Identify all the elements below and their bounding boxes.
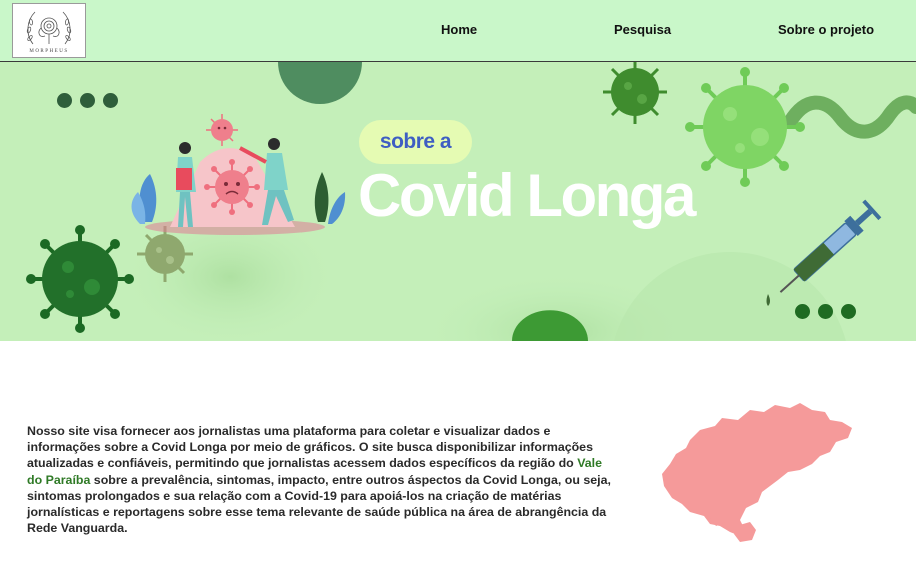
nav-sobre-link[interactable]: Sobre o projeto [778,22,874,37]
decorative-dots-left [57,93,118,108]
vale-do-paraiba-map [662,403,852,542]
hero-title: Covid Longa [358,162,696,229]
sobre-pill: sobre a [359,120,472,164]
logo-text: MORPHEUS [29,48,69,54]
intro-text-part1: Nosso site visa fornecer aos jornalistas… [27,424,593,471]
nav-home-link[interactable]: Home [441,22,477,37]
virus-dark-large-icon [26,225,134,333]
doctors-illustration-icon [131,114,346,235]
hero-banner: sobre a Covid Longa [0,62,916,341]
sobre-pill-text: sobre a [379,130,452,153]
decorative-dots-right [795,304,856,319]
nav-pesquisa-link[interactable]: Pesquisa [614,22,671,37]
syringe-icon [779,199,882,293]
intro-text-part2: sobre a prevalência, sintomas, impacto, … [27,472,611,536]
virus-lightgreen-large-icon [685,67,805,187]
intro-paragraph: Nosso site visa fornecer aos jornalistas… [27,423,612,536]
logo[interactable]: MORPHEUS [12,3,86,58]
laurel-flower-icon [26,11,72,44]
top-navbar: MORPHEUS Home Pesquisa Sobre o projeto [0,0,916,62]
virus-green-top-icon [603,62,667,124]
